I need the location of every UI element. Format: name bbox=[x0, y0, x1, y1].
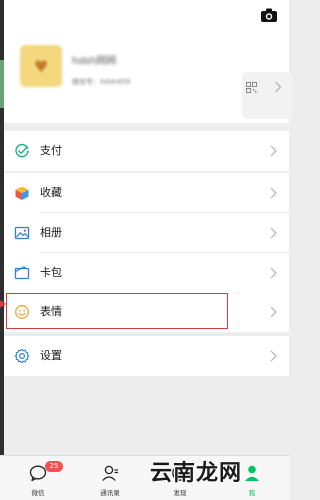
qr-code-button[interactable] bbox=[242, 72, 292, 119]
card-wallet-icon bbox=[14, 266, 30, 280]
album-icon bbox=[14, 226, 30, 240]
menu-item-album[interactable]: 相册 bbox=[4, 213, 289, 253]
contacts-icon bbox=[102, 465, 118, 481]
profile-header[interactable]: ♥ hdsh网网 微信号：hdsh459 bbox=[4, 0, 292, 123]
qr-code-icon bbox=[246, 82, 257, 93]
highlight-box bbox=[6, 293, 228, 329]
menu-item-label: 相册 bbox=[40, 226, 62, 239]
menu-item-settings[interactable]: 设置 bbox=[4, 336, 289, 376]
chevron-right-icon bbox=[270, 306, 277, 318]
chevron-right-icon bbox=[275, 81, 282, 93]
chevron-right-icon bbox=[270, 227, 277, 239]
menu-item-favorites[interactable]: 收藏 bbox=[4, 173, 289, 213]
chevron-right-icon bbox=[270, 350, 277, 362]
unread-badge: 25 bbox=[45, 461, 63, 472]
wechat-id: 微信号：hdsh459 bbox=[72, 78, 131, 86]
tab-label: 微信 bbox=[31, 489, 45, 497]
pay-icon bbox=[15, 143, 29, 158]
nickname: hdsh网网 bbox=[72, 56, 117, 67]
chevron-right-icon bbox=[270, 267, 277, 279]
chevron-right-icon bbox=[270, 187, 277, 199]
tab-chats[interactable]: 25 微信 bbox=[2, 456, 74, 500]
camera-icon[interactable] bbox=[261, 8, 277, 22]
chevron-right-icon bbox=[270, 145, 277, 157]
avatar[interactable]: ♥ bbox=[20, 45, 62, 87]
gear-icon bbox=[14, 348, 30, 364]
watermark-text: 云南龙网 bbox=[150, 461, 243, 486]
menu-item-label: 支付 bbox=[40, 144, 62, 157]
menu-item-pay[interactable]: 支付 bbox=[4, 131, 289, 171]
menu-item-label: 设置 bbox=[40, 349, 62, 362]
pointer-arrow bbox=[0, 300, 6, 308]
menu-item-cards[interactable]: 卡包 bbox=[4, 253, 289, 293]
avatar-image: ♥ bbox=[33, 56, 49, 76]
favorites-cube-icon bbox=[15, 186, 29, 200]
menu-item-label: 收藏 bbox=[40, 186, 62, 199]
tab-label: 通讯录 bbox=[100, 489, 120, 497]
tab-contacts[interactable]: 通讯录 bbox=[74, 456, 146, 500]
menu-item-label: 卡包 bbox=[40, 266, 62, 279]
